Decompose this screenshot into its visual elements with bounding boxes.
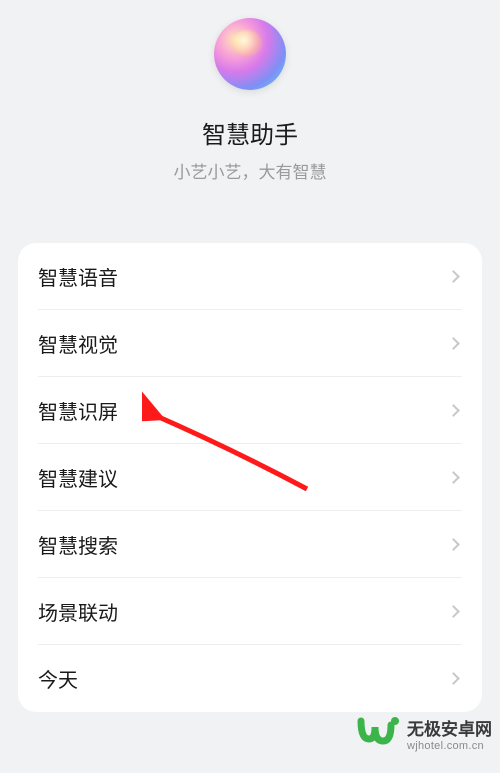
menu-item-today[interactable]: 今天 (18, 645, 482, 712)
watermark-title: 无极安卓网 (407, 715, 492, 740)
watermark-logo-icon (357, 711, 401, 755)
menu-item-search[interactable]: 智慧搜索 (18, 511, 482, 578)
page-subtitle: 小艺小艺，大有智慧 (174, 158, 327, 183)
watermark: 无极安卓网 wjhotel.com.cn (357, 711, 492, 755)
chevron-right-icon (447, 471, 460, 484)
menu-item-label: 智慧识屏 (38, 396, 118, 425)
menu-item-label: 今天 (38, 664, 78, 693)
header: 智慧助手 小艺小艺，大有智慧 (0, 0, 500, 243)
app-icon (214, 18, 286, 90)
chevron-right-icon (447, 270, 460, 283)
chevron-right-icon (447, 605, 460, 618)
menu-item-vision[interactable]: 智慧视觉 (18, 310, 482, 377)
menu-item-suggestions[interactable]: 智慧建议 (18, 444, 482, 511)
menu-item-label: 智慧建议 (38, 463, 118, 492)
settings-card: 智慧语音 智慧视觉 智慧识屏 智慧建议 智慧搜索 场景联动 今天 (18, 243, 482, 712)
chevron-right-icon (447, 337, 460, 350)
menu-item-screen-recognition[interactable]: 智慧识屏 (18, 377, 482, 444)
chevron-right-icon (447, 404, 460, 417)
page-title: 智慧助手 (202, 115, 298, 150)
menu-item-voice[interactable]: 智慧语音 (18, 243, 482, 310)
menu-item-label: 场景联动 (38, 597, 118, 626)
menu-item-label: 智慧语音 (38, 262, 118, 291)
menu-item-label: 智慧搜索 (38, 530, 118, 559)
chevron-right-icon (447, 672, 460, 685)
menu-item-label: 智慧视觉 (38, 329, 118, 358)
watermark-url: wjhotel.com.cn (407, 740, 492, 752)
chevron-right-icon (447, 538, 460, 551)
menu-item-scene-linkage[interactable]: 场景联动 (18, 578, 482, 645)
